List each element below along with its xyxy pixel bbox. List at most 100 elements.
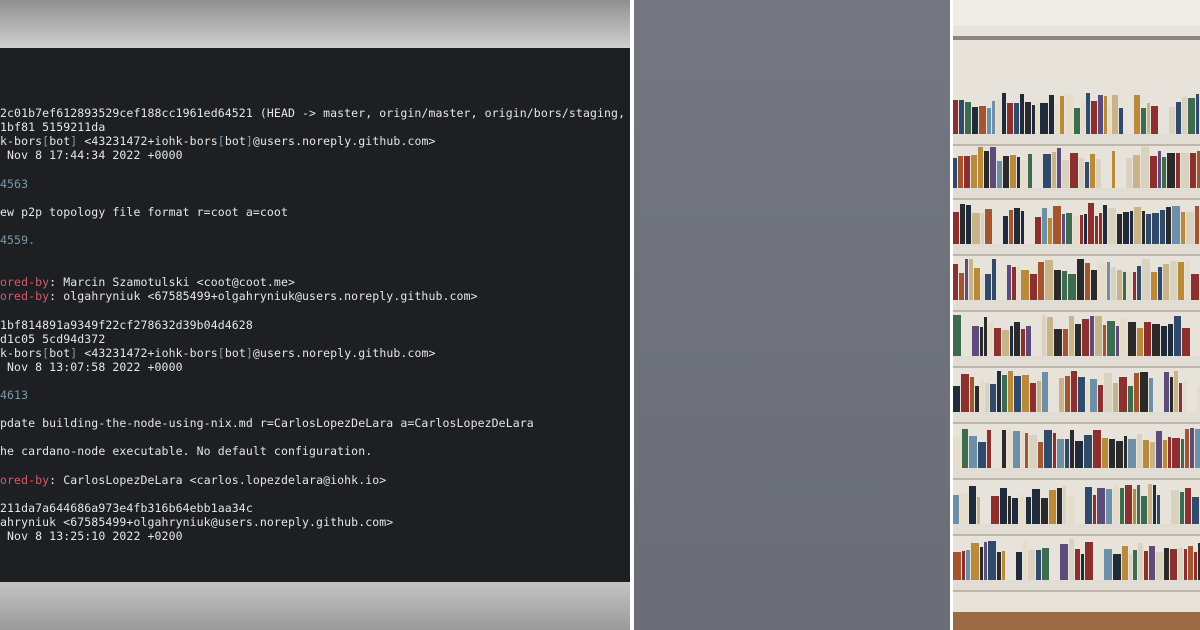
book-spine [966, 205, 971, 244]
book-spine [980, 378, 984, 412]
book-spine [1017, 157, 1020, 188]
book-spine [1151, 272, 1157, 300]
book-spine [1002, 375, 1007, 412]
book-spine [1117, 270, 1122, 300]
book-spine [1142, 259, 1150, 300]
book-spine [1042, 548, 1049, 580]
book-spine [980, 547, 983, 580]
terminal-text: : olgahryniuk <67585499+olgahryniuk@user… [49, 289, 478, 304]
book-spine [977, 497, 980, 524]
book-spine [1036, 102, 1039, 134]
book-spine [1008, 496, 1011, 524]
book-spine [984, 317, 987, 356]
book-spine [1021, 160, 1027, 188]
divider-sheen [634, 0, 950, 630]
terminal-text: [ [217, 345, 225, 360]
terminal-text: 4559. [0, 232, 36, 247]
book-spine [1060, 96, 1064, 134]
terminal-text: <43231472+iohk-bors [77, 134, 218, 149]
book-spine [1180, 492, 1184, 524]
book-spine [1065, 439, 1069, 468]
book-spine [988, 541, 996, 580]
book-spine [1013, 431, 1020, 468]
book-spine [997, 161, 1002, 188]
book-spine [1122, 546, 1128, 580]
book-spine [953, 552, 961, 580]
book-spine [1025, 102, 1031, 134]
book-spine [985, 383, 989, 412]
book-spine [1152, 213, 1159, 244]
book-spine [960, 204, 965, 244]
terminal-text: ] [245, 134, 253, 149]
book-spine [1009, 210, 1013, 244]
terminal-text: ored-by [0, 275, 50, 290]
book-spine [1195, 429, 1200, 468]
book-spine [1053, 206, 1061, 244]
book-spine [965, 259, 968, 300]
book-spine [1069, 539, 1074, 580]
book-spine [1048, 218, 1052, 244]
book-spine [1112, 95, 1118, 134]
book-spine [1049, 490, 1056, 524]
book-spine [961, 374, 969, 412]
book-spine [1082, 319, 1089, 356]
book-spine [1109, 439, 1115, 468]
book-spine [1106, 489, 1112, 524]
book-spine [1147, 103, 1150, 134]
book-spine [1164, 548, 1169, 580]
book-spine [1086, 382, 1089, 412]
book-spine [1178, 262, 1184, 300]
book-spine [1028, 154, 1032, 188]
book-spine [1176, 102, 1181, 134]
book-spine [1040, 103, 1048, 134]
book-spine [1069, 316, 1074, 356]
terminal-line: 1bf81 5159211da [0, 120, 105, 134]
book-spine [953, 158, 957, 188]
terminal-text: pdate building-the-node-using-nix.md r=C… [0, 416, 534, 431]
terminal-text: 2c01b7ef612893529cef188cc1961ed64521 (HE… [0, 106, 630, 120]
book-spine [969, 486, 976, 524]
book-spine [981, 213, 984, 244]
book-spine [1074, 108, 1080, 134]
book-spine [1169, 107, 1175, 134]
book-spine [1137, 266, 1141, 300]
book-spine [1102, 438, 1108, 468]
bookshelf-image [953, 0, 1200, 630]
book-spine [1028, 550, 1035, 580]
book-spine [1141, 147, 1149, 188]
shelf-board [953, 412, 1200, 424]
book-spine [1186, 212, 1194, 244]
book-spine [964, 156, 970, 188]
terminal-text: : CarlosLopezDeLara <carlos.lopezdelara@… [49, 472, 387, 487]
book-spine [1117, 214, 1122, 244]
terminal-text: ew p2p topology file format r=coot a=coo… [0, 204, 288, 219]
book-spine [987, 430, 991, 468]
book-spine [1156, 552, 1163, 580]
book-spine [1090, 154, 1095, 188]
book-spine [1183, 381, 1186, 412]
book-spine [962, 429, 968, 468]
book-spine [1141, 108, 1146, 134]
book-spine [1084, 214, 1087, 244]
book-spine [1181, 212, 1185, 244]
book-spine [1127, 273, 1132, 300]
terminal-text: ahryniuk <67585499+olgahryniuk@users.nor… [0, 514, 394, 529]
book-spine [1075, 549, 1080, 580]
book-spine [1021, 270, 1029, 300]
book-spine [1170, 377, 1173, 412]
book-spine [1002, 93, 1006, 134]
book-spine [1171, 490, 1179, 524]
terminal-text: he cardano-node executable. No default c… [0, 444, 373, 459]
book-spine [1047, 317, 1053, 356]
terminal-text: 1bf81 5159211da [0, 120, 106, 135]
book-spine [1104, 373, 1112, 412]
shelf-board [953, 580, 1200, 592]
shelf-board [953, 356, 1200, 368]
book-spine [980, 327, 983, 356]
terminal-text: Nov 8 17:44:34 2022 +0000 [0, 148, 183, 163]
book-spine [1098, 385, 1103, 412]
terminal-text: bot [49, 134, 71, 149]
book-spine [1158, 267, 1162, 300]
book-spine [1134, 373, 1139, 412]
book-spine [1148, 484, 1152, 524]
